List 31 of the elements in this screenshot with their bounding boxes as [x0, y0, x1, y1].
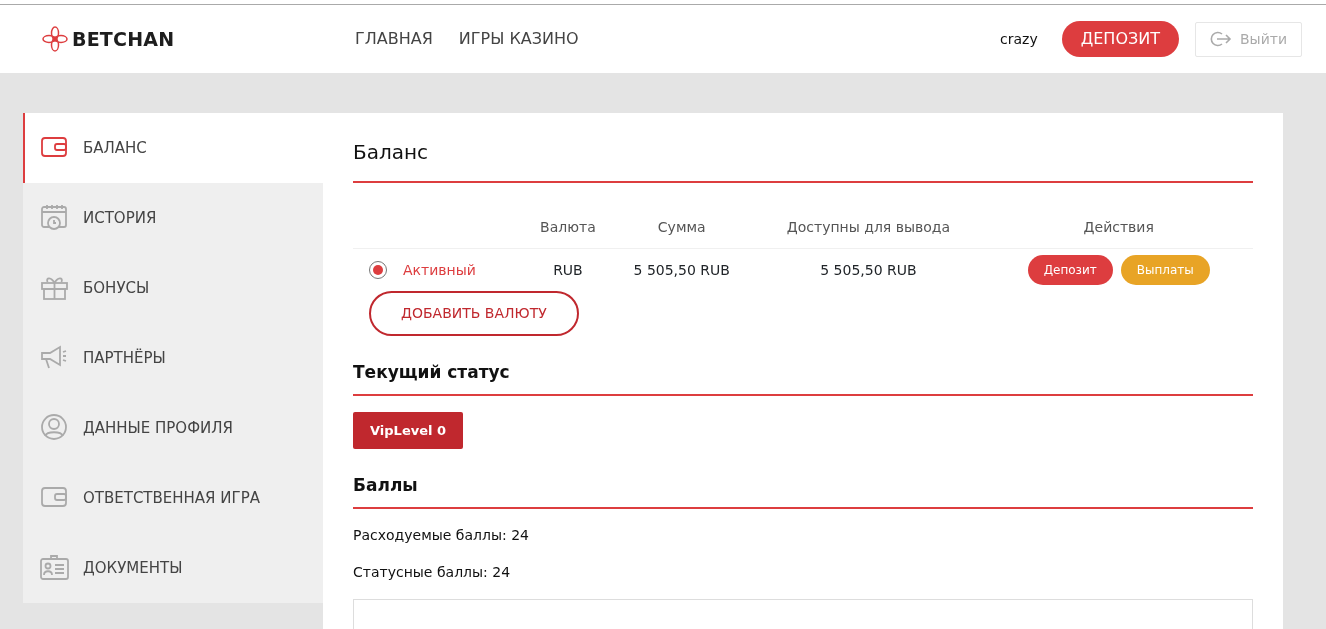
column-header: Доступны для вывода: [786, 219, 951, 235]
column-header: Валюта: [540, 219, 596, 235]
table-cell: 5 505,50 RUB: [820, 261, 917, 278]
points-text: Статусные баллы: 24: [353, 562, 512, 582]
sidebar-item[interactable]: ПАРТНЁРЫ: [23, 323, 323, 393]
points-text: Расходуемые баллы: 24: [353, 525, 530, 545]
status-text: Активный: [403, 261, 476, 278]
sidebar-item[interactable]: ИСТОРИЯ: [23, 183, 323, 253]
nav-link[interactable]: ИГРЫ КАЗИНО: [458, 27, 579, 51]
sidebar-item[interactable]: БОНУСЫ: [23, 253, 323, 323]
sidebar-item[interactable]: ДОКУМЕНТЫ: [23, 533, 323, 603]
column-header: Действия: [1083, 219, 1154, 235]
table-cell: RUB: [553, 261, 583, 278]
vip-level-badge: VipLevel 0: [353, 411, 463, 449]
deposit-button[interactable]: Депозит: [1027, 255, 1113, 285]
sidebar-item[interactable]: БАЛАНС: [23, 113, 323, 183]
table-cell: 5 505,50 RUB: [633, 261, 730, 278]
flower-logo-icon: [42, 26, 68, 52]
sidebar-item[interactable]: ДАННЫЕ ПРОФИЛЯ: [23, 393, 323, 463]
id-card-icon: [39, 553, 71, 583]
brand-logo[interactable]: BETCHAN: [72, 24, 175, 54]
add-currency-button[interactable]: ДОБАВИТЬ ВАЛЮТУ: [369, 291, 579, 336]
nav-link[interactable]: ГЛАВНАЯ: [355, 27, 433, 51]
sidebar-item[interactable]: ОТВЕТСТВЕННАЯ ИГРА: [23, 463, 323, 533]
deposit-button[interactable]: ДЕПОЗИТ: [1061, 21, 1179, 57]
section-title: Баллы: [353, 473, 1253, 509]
column-header: Сумма: [657, 219, 706, 235]
logout-icon: [1210, 31, 1232, 47]
username: crazy: [1000, 29, 1038, 49]
section-title: Баланс: [353, 137, 1253, 183]
section-title: Текущий статус: [353, 360, 1253, 396]
